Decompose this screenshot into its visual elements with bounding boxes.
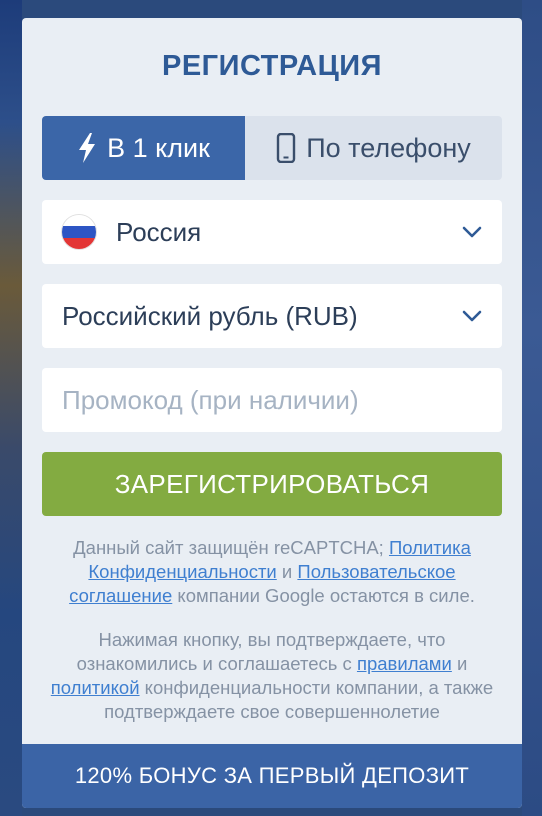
- registration-modal: РЕГИСТРАЦИЯ В 1 клик По телефону Россия: [22, 18, 522, 808]
- currency-value: Российский рубль (RUB): [62, 300, 358, 331]
- registration-tabs: В 1 клик По телефону: [42, 116, 502, 180]
- lightning-icon: [79, 133, 96, 163]
- tab-phone[interactable]: По телефону: [245, 116, 502, 180]
- page-title: РЕГИСТРАЦИЯ: [161, 50, 382, 82]
- recaptcha-notice: Данный сайт защищён reCAPTCHA; Политика …: [42, 536, 502, 608]
- tab-phone-label: По телефону: [306, 132, 471, 163]
- tab-one-click-label: В 1 клик: [107, 132, 210, 163]
- phone-icon: [277, 133, 296, 163]
- promo-code-input[interactable]: [62, 384, 484, 416]
- register-button[interactable]: ЗАРЕГИСТРИРОВАТЬСЯ: [42, 452, 502, 516]
- recaptcha-text-1: Данный сайт защищён reCAPTCHA;: [73, 537, 384, 558]
- country-select[interactable]: Россия: [42, 200, 502, 264]
- rules-link[interactable]: правилами: [357, 653, 452, 674]
- recaptcha-text-2: компании Google остаются в силе.: [177, 585, 475, 606]
- promo-code-field[interactable]: [42, 368, 502, 432]
- chevron-down-icon: [462, 226, 484, 238]
- agreement-text-2: конфиденциальности компании, а также под…: [104, 677, 494, 722]
- background-right: [522, 0, 542, 816]
- policy-link[interactable]: политикой: [51, 677, 140, 698]
- russia-flag-icon: [62, 215, 96, 249]
- agreement-and: и: [457, 653, 468, 674]
- recaptcha-and: и: [281, 561, 293, 582]
- currency-select[interactable]: Российский рубль (RUB): [42, 284, 502, 348]
- tab-one-click[interactable]: В 1 клик: [42, 116, 245, 180]
- agreement-notice: Нажимая кнопку, вы подтверждаете, что оз…: [42, 628, 502, 724]
- background-left: [0, 0, 22, 816]
- bonus-banner[interactable]: 120% БОНУС ЗА ПЕРВЫЙ ДЕПОЗИТ: [22, 744, 522, 808]
- country-value: Россия: [116, 216, 202, 247]
- chevron-down-icon: [462, 310, 484, 322]
